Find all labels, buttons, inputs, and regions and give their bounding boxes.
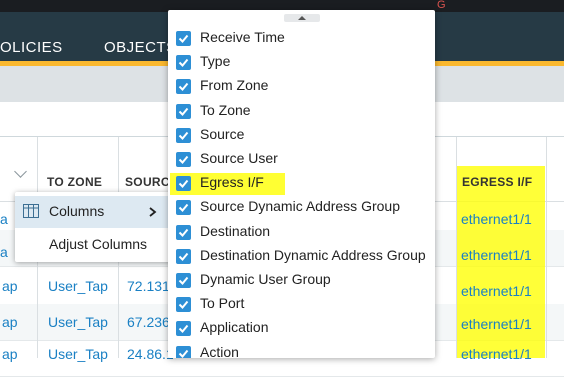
column-option-label: Dynamic User Group: [200, 271, 331, 287]
to-zone-cell[interactable]: User_Tap: [48, 278, 108, 294]
from-zone-cell[interactable]: ap: [2, 346, 18, 362]
header-context-menu: Columns Adjust Columns: [15, 192, 179, 262]
egress-cell[interactable]: ethernet1/1: [461, 247, 532, 263]
column-option[interactable]: From Zone: [168, 75, 435, 99]
column-option[interactable]: Source User: [168, 148, 435, 172]
column-option[interactable]: Action: [168, 342, 435, 358]
chevron-right-icon: [149, 207, 157, 217]
columns-label: Columns: [49, 203, 105, 219]
from-zone-cell[interactable]: ap: [2, 278, 18, 294]
checkbox-checked-icon[interactable]: [176, 79, 191, 95]
column-option[interactable]: Source: [168, 124, 435, 148]
source-cell[interactable]: 72.131: [127, 278, 170, 294]
column-option[interactable]: Dynamic User Group: [168, 269, 435, 293]
egress-cell[interactable]: ethernet1/1: [461, 211, 532, 227]
columns-icon: [23, 204, 39, 218]
column-option[interactable]: Type: [168, 51, 435, 75]
column-option[interactable]: Destination: [168, 221, 435, 245]
column-option[interactable]: Destination Dynamic Address Group: [168, 245, 435, 269]
column-option[interactable]: Source Dynamic Address Group: [168, 196, 435, 220]
column-option-label: Source: [200, 125, 245, 142]
egress-cell[interactable]: ethernet1/1: [461, 346, 532, 362]
header-source[interactable]: SOURC: [125, 175, 170, 189]
checkbox-checked-icon[interactable]: [176, 55, 191, 71]
column-option-label: Action: [200, 343, 239, 358]
nav-tab-objects[interactable]: OBJECTS: [104, 38, 177, 58]
column-option-label: Application: [200, 319, 269, 336]
column-option-label: Receive Time: [200, 29, 285, 45]
from-zone-cell[interactable]: a: [0, 244, 8, 260]
top-bar-mark: G: [437, 0, 446, 11]
column-option-label: To Port: [200, 295, 245, 312]
header-egress-if[interactable]: EGRESS I/F: [462, 175, 532, 189]
columns-submenu: Receive Time Type From Zone To Zone Source So…: [168, 10, 435, 358]
adjust-columns-menu-item[interactable]: Adjust Columns: [15, 230, 179, 262]
checkbox-checked-icon[interactable]: [176, 31, 191, 46]
checkbox-checked-icon[interactable]: [176, 321, 191, 337]
checkbox-checked-icon[interactable]: [176, 297, 191, 313]
header-to-zone[interactable]: TO ZONE: [47, 175, 102, 189]
to-zone-cell[interactable]: User_Tap: [48, 346, 108, 362]
from-zone-cell[interactable]: ap: [2, 314, 18, 330]
column-option-label: Egress I/F: [200, 174, 264, 191]
checkbox-checked-icon[interactable]: [176, 152, 191, 167]
to-zone-cell[interactable]: User_Tap: [48, 314, 108, 330]
checkbox-checked-icon[interactable]: [176, 176, 191, 192]
source-cell[interactable]: 24.86.1: [127, 346, 174, 362]
egress-cell[interactable]: ethernet1/1: [461, 283, 532, 299]
egress-cell[interactable]: ethernet1/1: [461, 316, 532, 332]
checkbox-checked-icon[interactable]: [176, 248, 191, 264]
checkbox-checked-icon[interactable]: [176, 103, 191, 119]
checkbox-checked-icon[interactable]: [176, 200, 191, 216]
nav-tab-policies[interactable]: OLICIES: [0, 38, 63, 58]
source-cell[interactable]: 67.236: [127, 314, 170, 330]
column-option-label: Destination: [200, 222, 271, 239]
column-option[interactable]: Egress I/F: [168, 172, 435, 196]
checkbox-checked-icon[interactable]: [176, 345, 191, 358]
adjust-columns-label: Adjust Columns: [49, 236, 148, 252]
column-option[interactable]: To Zone: [168, 100, 435, 124]
column-option[interactable]: Receive Time: [168, 27, 435, 51]
checkbox-checked-icon[interactable]: [176, 127, 191, 143]
column-option[interactable]: Application: [168, 317, 435, 341]
from-zone-cell[interactable]: a: [0, 211, 8, 227]
column-option[interactable]: To Port: [168, 293, 435, 317]
checkbox-checked-icon[interactable]: [176, 273, 191, 288]
column-divider[interactable]: [546, 137, 547, 358]
column-option-label: To Zone: [200, 101, 251, 118]
column-option-label: Destination Dynamic Address Group: [200, 246, 426, 263]
scroll-up-button[interactable]: [284, 14, 320, 22]
column-option-label: Source User: [200, 150, 278, 166]
column-option-label: Source Dynamic Address Group: [200, 198, 400, 215]
column-option-label: Type: [200, 53, 231, 70]
columns-menu-item[interactable]: Columns: [15, 196, 179, 228]
column-option-label: From Zone: [200, 77, 269, 94]
checkbox-checked-icon[interactable]: [176, 224, 191, 240]
